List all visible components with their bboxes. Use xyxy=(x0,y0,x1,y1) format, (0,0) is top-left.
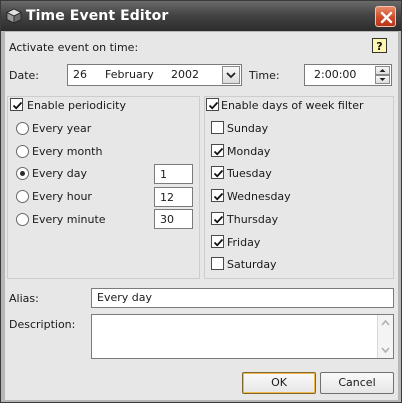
checkmark-icon xyxy=(208,101,219,110)
close-button[interactable] xyxy=(375,6,396,27)
svg-text:?: ? xyxy=(376,40,382,52)
arrow-up-icon xyxy=(379,69,386,72)
scroll-down-icon[interactable] xyxy=(378,344,393,356)
tuesday-label[interactable]: Tuesday xyxy=(227,167,272,180)
every-day-input[interactable]: 1 xyxy=(154,164,193,184)
date-year[interactable]: 2002 xyxy=(171,68,199,81)
date-picker[interactable]: 26 February 2002 xyxy=(67,64,242,86)
date-label: Date: xyxy=(9,69,39,82)
window-title: Time Event Editor xyxy=(26,8,169,24)
date-dropdown-button[interactable] xyxy=(222,66,240,84)
radio-every-year[interactable] xyxy=(16,122,29,135)
every-hour-input[interactable]: 12 xyxy=(154,187,193,207)
monday-label[interactable]: Monday xyxy=(227,145,270,158)
every-day-value[interactable]: 1 xyxy=(160,168,167,181)
checkbox-friday[interactable] xyxy=(211,235,224,248)
alias-value[interactable]: Every day xyxy=(97,291,152,304)
help-button[interactable]: ? xyxy=(372,38,387,53)
cancel-button[interactable]: Cancel xyxy=(320,372,394,394)
wednesday-label[interactable]: Wednesday xyxy=(227,190,291,203)
help-icon: ? xyxy=(376,40,382,52)
time-value[interactable]: 2:00:00 xyxy=(314,68,356,81)
every-day-label[interactable]: Every day xyxy=(32,167,87,180)
close-icon xyxy=(380,11,393,24)
time-stepper[interactable]: 2:00:00 xyxy=(304,64,392,86)
ok-button[interactable]: OK xyxy=(242,372,316,394)
enable-days-filter-checkbox[interactable] xyxy=(206,98,219,111)
date-month[interactable]: February xyxy=(105,68,154,81)
checkbox-wednesday[interactable] xyxy=(211,189,224,202)
thursday-label[interactable]: Thursday xyxy=(227,213,278,226)
description-textarea[interactable] xyxy=(91,314,394,359)
title-bar[interactable]: Time Event Editor xyxy=(1,1,401,31)
radio-every-month[interactable] xyxy=(16,145,29,158)
alias-label: Alias: xyxy=(9,292,39,305)
checkbox-tuesday[interactable] xyxy=(211,166,224,179)
every-hour-value[interactable]: 12 xyxy=(160,191,174,204)
time-down-button[interactable] xyxy=(375,75,390,84)
description-scrollbar[interactable] xyxy=(377,315,393,358)
date-day[interactable]: 26 xyxy=(73,68,87,81)
activate-label: Activate event on time: xyxy=(9,41,139,54)
radio-every-day[interactable] xyxy=(16,167,29,180)
scroll-up-icon[interactable] xyxy=(378,317,393,329)
dialog-body: Activate event on time: ? Date: 26 Febru… xyxy=(5,32,398,400)
checkmark-icon xyxy=(213,147,224,156)
enable-periodicity-checkbox[interactable] xyxy=(10,98,23,111)
radio-every-minute[interactable] xyxy=(16,213,29,226)
time-event-editor-window: Time Event Editor Activate event on time… xyxy=(0,0,402,403)
time-label: Time: xyxy=(249,69,280,82)
checkbox-saturday[interactable] xyxy=(211,257,224,270)
every-minute-label[interactable]: Every minute xyxy=(32,213,106,226)
every-minute-value[interactable]: 30 xyxy=(160,213,174,226)
checkmark-icon xyxy=(213,192,224,201)
alias-input[interactable]: Every day xyxy=(91,288,394,308)
checkbox-monday[interactable] xyxy=(211,144,224,157)
every-minute-input[interactable]: 30 xyxy=(154,209,193,229)
friday-label[interactable]: Friday xyxy=(227,236,260,249)
checkbox-thursday[interactable] xyxy=(211,212,224,225)
cube-icon xyxy=(6,8,22,24)
chevron-down-icon xyxy=(226,72,236,79)
checkbox-sunday[interactable] xyxy=(211,121,224,134)
enable-days-filter-label[interactable]: Enable days of week filter xyxy=(221,99,364,112)
sunday-label[interactable]: Sunday xyxy=(227,122,268,135)
checkmark-icon xyxy=(213,238,224,247)
checkmark-icon xyxy=(12,101,23,110)
every-month-label[interactable]: Every month xyxy=(32,145,102,158)
every-year-label[interactable]: Every year xyxy=(32,122,91,135)
every-hour-label[interactable]: Every hour xyxy=(32,190,92,203)
radio-selected-dot xyxy=(20,171,25,176)
enable-periodicity-label[interactable]: Enable periodicity xyxy=(27,99,126,112)
description-label: Description: xyxy=(9,318,76,331)
time-up-button[interactable] xyxy=(375,66,390,75)
saturday-label[interactable]: Saturday xyxy=(227,258,277,271)
arrow-down-icon xyxy=(379,78,386,81)
radio-every-hour[interactable] xyxy=(16,190,29,203)
checkmark-icon xyxy=(213,169,224,178)
checkmark-icon xyxy=(213,215,224,224)
